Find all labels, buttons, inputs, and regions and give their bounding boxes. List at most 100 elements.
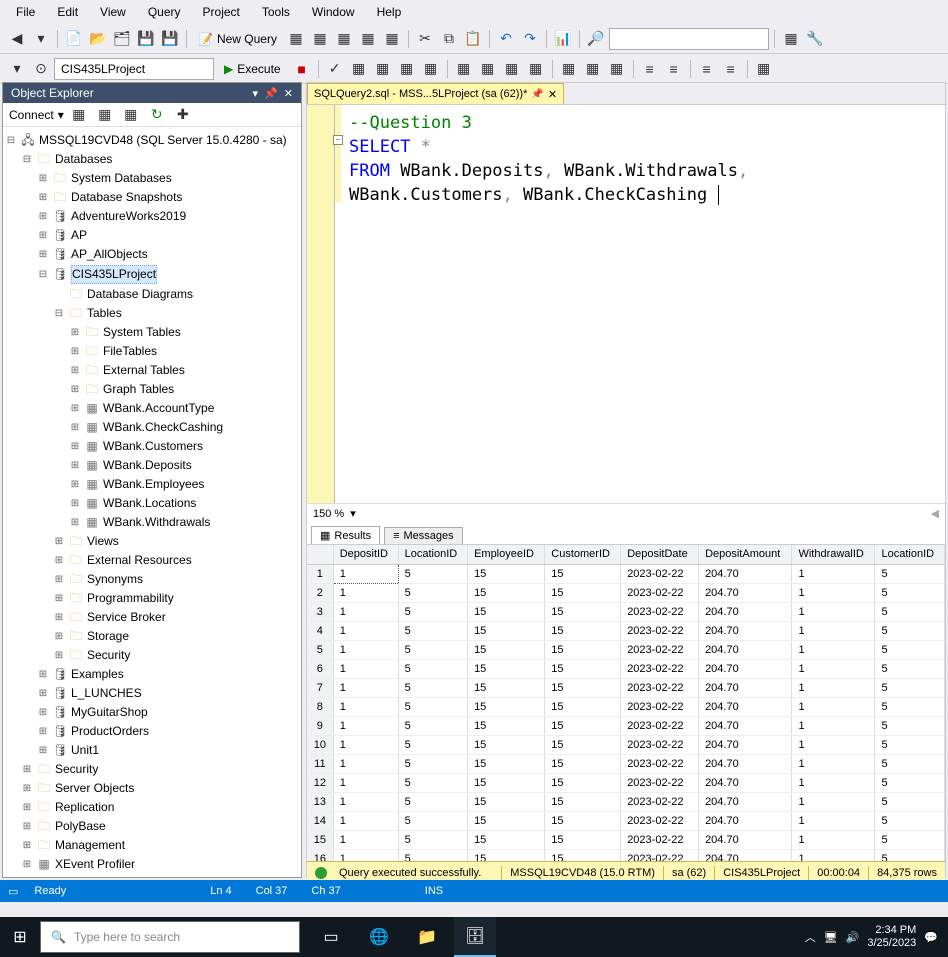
- expand-icon[interactable]: ⊞: [21, 780, 33, 797]
- grid-cell[interactable]: 1: [333, 830, 398, 849]
- column-header[interactable]: LocationID: [398, 545, 467, 564]
- expand-icon[interactable]: ⊞: [69, 362, 81, 379]
- tree-node[interactable]: ⊞🛢ProductOrders: [5, 722, 299, 741]
- grid-cell[interactable]: 1: [792, 602, 875, 621]
- expand-icon[interactable]: ⊞: [37, 666, 49, 683]
- grid-cell[interactable]: 2023-02-22: [621, 659, 699, 678]
- grid-cell[interactable]: 15: [545, 659, 621, 678]
- grid-cell[interactable]: 1: [333, 849, 398, 861]
- opt-icon[interactable]: ▦: [477, 58, 499, 80]
- redo-icon[interactable]: ↷: [519, 28, 541, 50]
- parse-icon[interactable]: ✓: [324, 58, 346, 80]
- grid-cell[interactable]: 2023-02-22: [621, 773, 699, 792]
- paste-icon[interactable]: 📋: [462, 28, 484, 50]
- plan-icon[interactable]: ▦: [372, 58, 394, 80]
- taskbar-search[interactable]: 🔍 Type here to search: [40, 921, 300, 953]
- tree-node[interactable]: ⊞🗀Management: [5, 836, 299, 855]
- plan-icon[interactable]: ▦: [420, 58, 442, 80]
- grid-cell[interactable]: 5: [875, 659, 945, 678]
- menu-tools[interactable]: Tools: [252, 3, 300, 21]
- row-header[interactable]: 11: [307, 754, 333, 773]
- grid-cell[interactable]: 1: [792, 659, 875, 678]
- open-icon[interactable]: 📂: [87, 28, 109, 50]
- grid-cell[interactable]: 2023-02-22: [621, 640, 699, 659]
- start-button[interactable]: ⊞: [0, 927, 40, 947]
- tree-node[interactable]: 🗀Database Diagrams: [5, 285, 299, 304]
- plan-icon[interactable]: ▦: [348, 58, 370, 80]
- grid-cell[interactable]: 15: [468, 640, 545, 659]
- grid-cell[interactable]: 1: [792, 830, 875, 849]
- grid-cell[interactable]: 5: [398, 849, 467, 861]
- grid-cell[interactable]: 15: [468, 792, 545, 811]
- expand-icon[interactable]: ⊞: [21, 856, 33, 873]
- grid-cell[interactable]: 15: [545, 602, 621, 621]
- filter-icon[interactable]: ▦: [120, 104, 142, 126]
- close-icon[interactable]: ✕: [284, 87, 293, 100]
- expand-icon[interactable]: ⊞: [53, 628, 65, 645]
- grid-cell[interactable]: 15: [545, 811, 621, 830]
- expand-icon[interactable]: ⊞: [37, 170, 49, 187]
- grid-cell[interactable]: 1: [333, 583, 398, 602]
- expand-icon[interactable]: ⊞: [69, 495, 81, 512]
- grid-cell[interactable]: 5: [398, 697, 467, 716]
- menu-edit[interactable]: Edit: [47, 3, 88, 21]
- grid-cell[interactable]: 5: [398, 583, 467, 602]
- grid-cell[interactable]: 2023-02-22: [621, 697, 699, 716]
- grid-cell[interactable]: 1: [333, 811, 398, 830]
- grid-cell[interactable]: 5: [875, 830, 945, 849]
- tree-node[interactable]: ⊟🛢CIS435LProject: [5, 264, 299, 285]
- grid-cell[interactable]: 15: [545, 849, 621, 861]
- find-box[interactable]: [609, 28, 769, 50]
- grid-cell[interactable]: 204.70: [699, 678, 792, 697]
- tree-node[interactable]: ⊞🛢MyGuitarShop: [5, 703, 299, 722]
- opt-icon[interactable]: ▦: [453, 58, 475, 80]
- xmla-icon[interactable]: ▦: [357, 28, 379, 50]
- expand-icon[interactable]: ⊟: [21, 151, 33, 168]
- tray-display-icon[interactable]: 🖥: [824, 931, 838, 944]
- save-icon[interactable]: 💾: [135, 28, 157, 50]
- grid-cell[interactable]: 15: [545, 754, 621, 773]
- expand-icon[interactable]: ⊞: [69, 457, 81, 474]
- tree-node[interactable]: ⊞🗀System Databases: [5, 169, 299, 188]
- back-icon[interactable]: ◀: [6, 28, 28, 50]
- expand-icon[interactable]: ⊞: [53, 533, 65, 550]
- tree-node[interactable]: ⊞🗀Synonyms: [5, 570, 299, 589]
- grid-cell[interactable]: 204.70: [699, 640, 792, 659]
- tree-node[interactable]: ⊞🗀External Tables: [5, 361, 299, 380]
- task-view-icon[interactable]: ▭: [310, 917, 352, 957]
- expand-icon[interactable]: ⊟: [37, 266, 49, 283]
- grid-cell[interactable]: 1: [333, 697, 398, 716]
- grid-cell[interactable]: 5: [398, 621, 467, 640]
- expand-icon[interactable]: ⊞: [37, 208, 49, 225]
- grid-cell[interactable]: 1: [792, 811, 875, 830]
- grid-cell[interactable]: 15: [468, 602, 545, 621]
- grid-cell[interactable]: 2023-02-22: [621, 830, 699, 849]
- tree-node[interactable]: ⊞🗀FileTables: [5, 342, 299, 361]
- opt-icon[interactable]: ▦: [558, 58, 580, 80]
- tree-node[interactable]: ⊞🗀PolyBase: [5, 817, 299, 836]
- plug-icon[interactable]: ▦: [68, 104, 90, 126]
- column-header[interactable]: WithdrawalID: [792, 545, 875, 564]
- expand-icon[interactable]: ⊞: [53, 609, 65, 626]
- undo-icon[interactable]: ↶: [495, 28, 517, 50]
- grid-cell[interactable]: 1: [333, 640, 398, 659]
- tree-node[interactable]: ⊞🛢Unit1: [5, 741, 299, 760]
- grid-cell[interactable]: 15: [468, 564, 545, 583]
- row-header[interactable]: 3: [307, 602, 333, 621]
- grid-cell[interactable]: 5: [875, 754, 945, 773]
- grid-cell[interactable]: 15: [545, 640, 621, 659]
- expand-icon[interactable]: ⊞: [37, 246, 49, 263]
- row-header[interactable]: 12: [307, 773, 333, 792]
- tree-node[interactable]: ⊞🗀Server Objects: [5, 779, 299, 798]
- grid-cell[interactable]: 1: [792, 849, 875, 861]
- grid-cell[interactable]: 204.70: [699, 792, 792, 811]
- row-header[interactable]: 9: [307, 716, 333, 735]
- grid-cell[interactable]: 15: [468, 583, 545, 602]
- grid-cell[interactable]: 15: [468, 621, 545, 640]
- grid-cell[interactable]: 5: [875, 735, 945, 754]
- expand-icon[interactable]: ⊞: [21, 799, 33, 816]
- tree-node[interactable]: ⊞▦WBank.Employees: [5, 475, 299, 494]
- grid-cell[interactable]: 2023-02-22: [621, 754, 699, 773]
- grid-cell[interactable]: 204.70: [699, 754, 792, 773]
- plug-icon[interactable]: ▦: [94, 104, 116, 126]
